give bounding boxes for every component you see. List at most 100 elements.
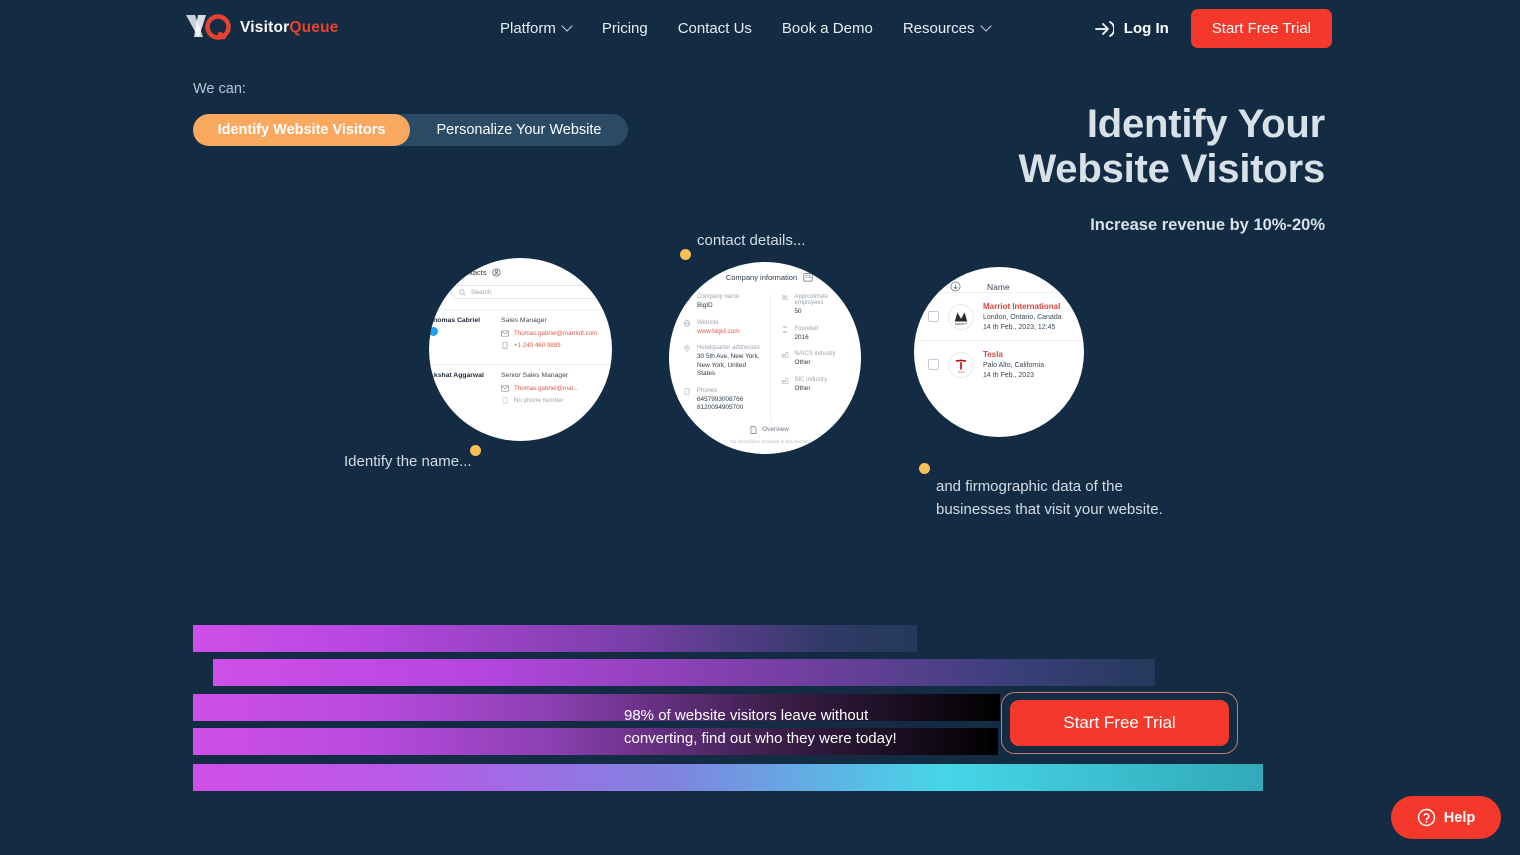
company-cell: Tesla Palo Alto, California 14 th Feb., … [983,350,1044,379]
table-row[interactable]: Akshat Aggarwal Senior Sales Manager Tho… [429,364,612,409]
table-row[interactable]: MARRIOTT Marriot International London, O… [914,292,1084,340]
building-icon [683,294,691,301]
company-information-columns: Company name BigID Website www.bigid.com… [677,294,861,422]
sort-icon [950,281,961,292]
list-item: Approximate employees 50 [781,294,851,317]
login-arrow-icon [1094,20,1114,37]
company-list-screenshot-circle: Name MARRIOTT Marriot International Lond… [914,267,1084,437]
start-free-trial-button-header[interactable]: Start Free Trial [1190,9,1332,48]
founded-label: Founded [794,325,819,332]
twitter-icon[interactable] [429,327,438,336]
company-information-panel: Company information Company name BigID W… [677,262,861,444]
login-button[interactable]: Log In [1094,20,1169,38]
hourglass-icon [782,325,787,333]
phone-icon [684,387,690,395]
nav-item-contact-us[interactable]: Contact Us [678,20,752,37]
contact-phone-row[interactable]: +1 240 460 9889 [501,342,612,349]
row-checkbox[interactable] [928,359,939,370]
company-info-right-column: Approximate employees 50 Founded 2016 NA… [769,294,857,422]
help-widget-button[interactable]: Help [1391,796,1501,839]
nav-item-platform[interactable]: Platform [500,20,572,37]
nav-item-resources[interactable]: Resources [903,20,991,37]
nav-item-pricing[interactable]: Pricing [602,20,648,37]
nav-item-platform-label: Platform [500,20,556,37]
document-icon [750,425,757,434]
contact-details: Sales Manager Thomas.gabriel@marriott.co… [501,317,612,354]
employees-label: Approximate employees [794,294,829,306]
phones-value: 6457993008766 8120094905700 [697,395,744,412]
mode-toggle: Identify Website Visitors Personalize Yo… [193,114,628,146]
location-icon [684,345,690,352]
brand-logo[interactable]: VisitorQueue [185,13,339,43]
tesla-logo-icon: TESLA [948,351,974,378]
company-cell: Marriot International London, Ontario, C… [983,302,1062,331]
banner-message-line2: converting, find out who they were today… [624,730,897,747]
overview-label: Overview [762,426,789,433]
overview-tab[interactable]: Overview [677,425,861,434]
toggle-identify-website-visitors[interactable]: Identify Website Visitors [193,114,410,146]
website-value[interactable]: www.bigid.com [697,328,740,337]
contact-phone-row: No phone number [501,397,612,404]
we-can-label: We can: [193,81,246,97]
question-circle-icon [1417,808,1435,827]
nav-item-book-a-demo[interactable]: Book a Demo [782,20,873,37]
contact-email: Thomas.gabriel@mar... [514,385,579,392]
page-root: VisitorQueue Platform Pricing Contact Us… [0,0,1520,855]
gradient-bar [193,625,917,652]
login-label: Log In [1123,20,1169,37]
list-item: Founded 2016 [781,326,851,343]
mobile-icon [502,342,508,349]
employees-value: 50 [794,308,802,315]
list-item: Company name BigID [683,294,764,311]
site-header: VisitorQueue Platform Pricing Contact Us… [0,0,1520,57]
chevron-down-icon [563,22,572,31]
contact-email-row[interactable]: Thomas.gabriel@marriott.com [501,330,612,337]
company-visit-date: 14 th Feb., 2023, 12:45 [983,324,1056,331]
list-item: SIC industry Other [781,377,851,394]
toggle-personalize-your-website[interactable]: Personalize Your Website [410,114,628,146]
list-item: Phones 6457993008766 8120094905700 [683,388,764,413]
vq-logo-icon [186,14,231,40]
nav-item-contact-us-label: Contact Us [677,20,752,37]
chevron-down-icon [982,22,991,31]
user-circle-icon [491,268,501,277]
main-nav: Platform Pricing Contact Us Book a Demo … [500,0,991,57]
column-header-name: Name [987,281,1010,292]
gradient-bar [213,659,1155,686]
table-row[interactable]: Thomas Cabriel Sales Manager Thomas.gabr… [429,309,612,354]
callout-contact-details: contact details... [697,232,806,249]
company-name[interactable]: Marriot International [983,302,1062,311]
search-input[interactable]: Search [451,285,601,299]
founded-value: 2016 [794,333,809,341]
banner-message: 98% of website visitors leave without co… [624,704,934,750]
website-label: Website [697,319,719,326]
list-item: NAICS industry Other [781,351,851,368]
row-checkbox[interactable] [928,311,939,322]
callout-dot-left [470,445,481,456]
overview-empty-note: No information available in this section [730,438,809,444]
hq-address-value: 30 5th Ave, New York, New York, United S… [697,353,760,377]
svg-text:MARRIOTT: MARRIOTT [955,323,968,326]
table-row[interactable]: TESLA Tesla Palo Alto, California 14 th … [914,340,1084,388]
callout-identify-the-name: Identify the name... [344,453,472,470]
globe-icon [683,319,691,327]
naics-label: NAICS industry [794,351,836,357]
list-item: Headquarter addresses 30 5th Ave, New Yo… [683,345,764,379]
help-label: Help [1443,809,1476,826]
contact-title: Sales Manager [501,317,547,324]
phones-label: Phones [697,387,718,394]
callout-firmographic: and firmographic data of the businesses … [936,475,1216,521]
page-title: Identify Your Website Visitors [705,102,1325,192]
envelope-icon [501,330,509,337]
start-free-trial-button-banner[interactable]: Start Free Trial [1010,700,1229,746]
mobile-icon [502,397,508,404]
envelope-icon [501,385,509,392]
contact-email-row[interactable]: Thomas.gabriel@mar... [501,385,612,392]
company-list-panel: Name MARRIOTT Marriot International Lond… [914,267,1084,388]
company-info-left-column: Company name BigID Website www.bigid.com… [683,294,770,422]
hq-address-label: Headquarter addresses [697,345,760,351]
contact-email: Thomas.gabriel@marriott.com [514,330,598,337]
callout-dot-right [919,463,930,474]
company-name[interactable]: Tesla [983,350,1044,359]
company-name-value: BigID [697,302,713,309]
